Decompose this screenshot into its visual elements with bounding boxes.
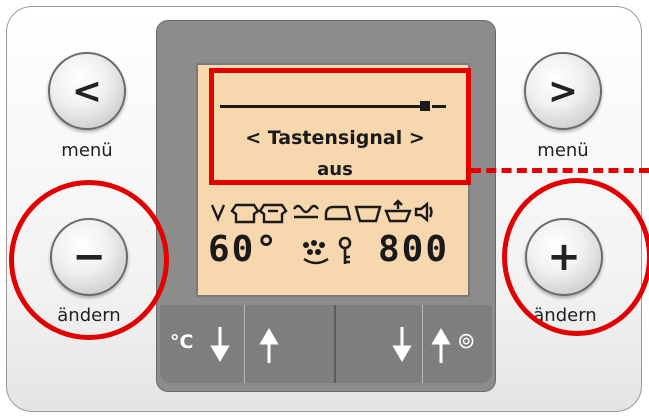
arrow-down-icon bbox=[210, 327, 230, 362]
highlight-box bbox=[209, 68, 471, 185]
basin-icon bbox=[354, 205, 382, 223]
menu-back-button[interactable]: < bbox=[48, 52, 126, 130]
program-icons-row bbox=[210, 199, 433, 224]
arrow-down-icon bbox=[392, 327, 412, 362]
rinse-icon bbox=[384, 199, 412, 223]
temp-unit-label: °C bbox=[170, 331, 194, 353]
key-lock-icon bbox=[338, 236, 352, 264]
iron-icon bbox=[324, 205, 352, 221]
spiral-icon: ⊚ bbox=[457, 329, 476, 354]
soil-level-icon bbox=[303, 240, 329, 265]
menu-back-label: menü bbox=[61, 140, 113, 161]
shirt-easy-care-icon bbox=[258, 203, 288, 224]
wool-icon bbox=[293, 204, 319, 219]
menu-forward-button[interactable]: > bbox=[524, 52, 602, 130]
temperature-value: 60° bbox=[208, 229, 280, 270]
cotton-icon bbox=[210, 204, 226, 223]
spin-speed-value: 800 bbox=[378, 229, 450, 270]
temp-down-key[interactable]: °C bbox=[160, 305, 244, 383]
highlight-leader-line bbox=[471, 168, 649, 173]
menu-forward-label: menü bbox=[537, 140, 589, 161]
arrow-up-icon bbox=[431, 328, 451, 363]
chevron-left-icon: < bbox=[71, 70, 103, 112]
chevron-right-icon: > bbox=[547, 70, 579, 112]
spin-up-key[interactable]: ⊚ bbox=[422, 305, 492, 383]
highlight-circle-minus bbox=[9, 180, 169, 340]
spin-down-key[interactable] bbox=[334, 305, 422, 383]
speaker-icon bbox=[414, 201, 433, 223]
shirt-icon bbox=[230, 203, 260, 224]
highlight-circle-plus bbox=[502, 178, 649, 336]
arrow-up-icon bbox=[259, 328, 279, 363]
temp-up-key[interactable] bbox=[244, 305, 334, 383]
